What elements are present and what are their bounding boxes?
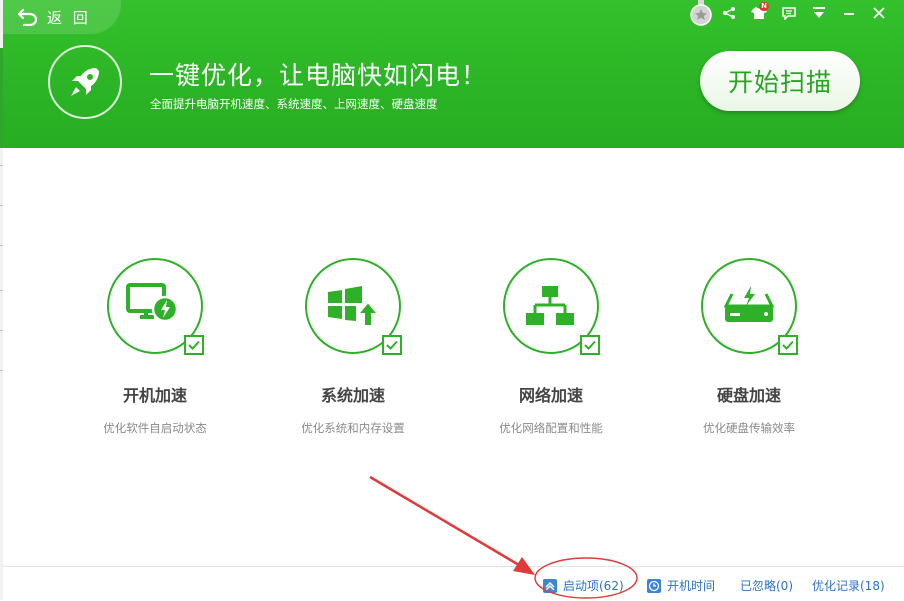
feature-description: 优化系统和内存设置 [301,421,405,435]
window-controls: N [714,2,894,24]
feature-disk-speed[interactable]: 硬盘加速 优化硬盘传输效率 [649,258,849,436]
start-scan-button[interactable]: 开始扫描 [700,51,860,111]
feature-icon-ring[interactable] [305,258,402,355]
page-subtitle: 全面提升电脑开机速度、系统速度、上网速度、硬盘速度 [150,97,438,111]
optimizer-window: 返 回 N 一键优化，让电脑快如闪电！ 全面提升电脑开机速度、系统速度、上网速度… [3,0,904,601]
notification-badge: N [759,2,769,11]
feature-icon-ring[interactable] [701,258,798,355]
feature-icon-ring[interactable] [503,258,600,355]
rocket-icon [48,45,122,119]
history-link[interactable]: 优化记录(18) [812,577,885,594]
windows-up-icon [328,286,380,327]
startup-items-label: 启动项(62) [563,579,624,593]
feature-description: 优化网络配置和性能 [499,421,603,435]
share-icon[interactable] [714,2,744,24]
feature-system-speed[interactable]: 系统加速 优化系统和内存设置 [253,258,453,436]
back-label: 返 回 [47,8,91,27]
startup-icon [543,578,557,593]
feature-title: 系统加速 [320,386,385,405]
menu-icon[interactable] [804,2,834,24]
feature-list: 开机加速 优化软件自启动状态 系统加速 优化系统和内存设置 网络加速 优化网络配… [3,148,904,566]
feature-network-speed[interactable]: 网络加速 优化网络配置和性能 [451,258,651,436]
checkbox-checked[interactable] [382,335,402,355]
boot-time-link[interactable]: 开机时间 [647,577,715,594]
footer-bar: 启动项(62) 开机时间 已忽略(0) 优化记录(18) [3,566,904,601]
clock-icon [647,578,661,593]
skin-icon[interactable]: N [744,2,774,24]
feature-title: 开机加速 [122,386,187,405]
feedback-icon[interactable] [774,2,804,24]
feature-description: 优化硬盘传输效率 [703,421,795,435]
feature-icon-ring[interactable] [107,258,204,355]
checkbox-checked[interactable] [778,335,798,355]
checkbox-checked[interactable] [184,335,204,355]
boot-time-label: 开机时间 [667,579,716,593]
back-arrow-icon [17,8,38,26]
feature-title: 硬盘加速 [716,386,781,405]
ignored-link[interactable]: 已忽略(0) [740,577,793,594]
harddisk-bolt-icon [723,286,775,322]
monitor-bolt-icon [126,283,179,323]
page-headline: 一键优化，让电脑快如闪电！ [149,61,488,90]
feature-boot-speed[interactable]: 开机加速 优化软件自启动状态 [55,258,255,436]
back-button[interactable]: 返 回 [3,0,121,34]
checkbox-checked[interactable] [580,335,600,355]
medal-icon[interactable] [689,0,713,26]
ignored-label: 已忽略(0) [740,579,793,593]
minimize-icon[interactable] [834,2,864,24]
close-icon[interactable] [864,2,894,24]
feature-title: 网络加速 [518,386,583,405]
feature-description: 优化软件自启动状态 [103,421,207,435]
startup-items-link[interactable]: 启动项(62) [543,577,624,594]
network-icon [526,286,574,325]
history-label: 优化记录(18) [812,579,885,593]
header-banner: 返 回 N 一键优化，让电脑快如闪电！ 全面提升电脑开机速度、系统速度、上网速度… [3,0,904,148]
